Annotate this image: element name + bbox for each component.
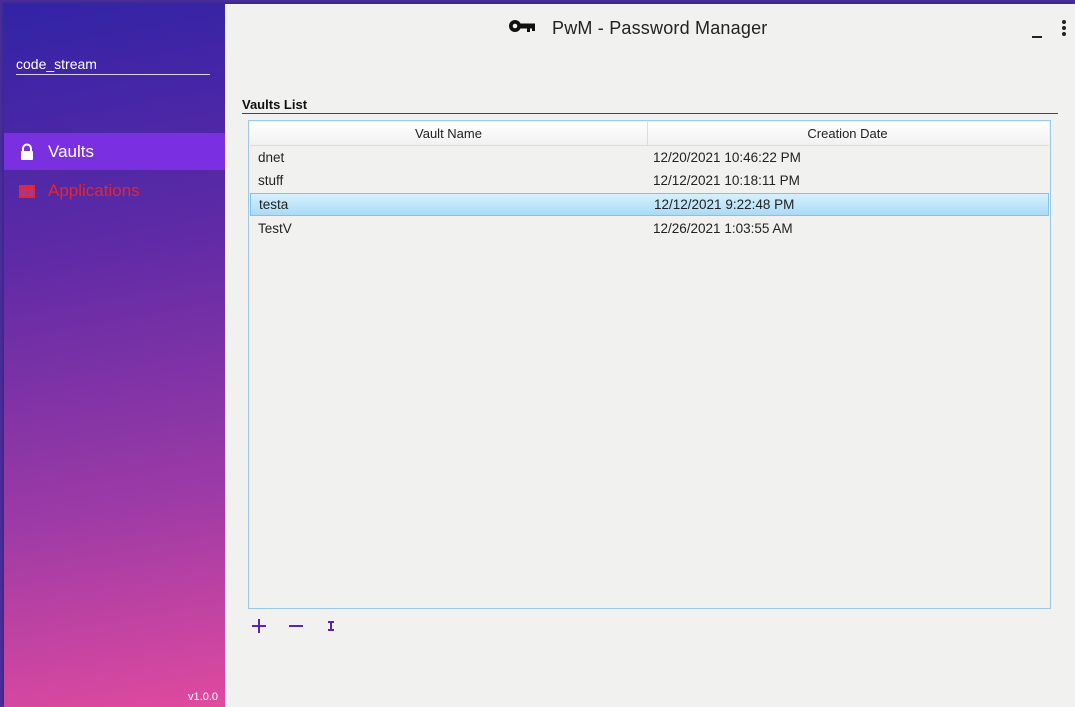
- edit-icon: [327, 619, 335, 638]
- dot-icon: [1062, 26, 1066, 30]
- vault-name-cell: testa: [259, 197, 289, 212]
- sidebar-item-label: Vaults: [48, 141, 94, 161]
- table-row[interactable]: stuff 12/12/2021 10:18:11 PM: [250, 169, 1049, 192]
- vaults-table[interactable]: Vault Name Creation Date dnet 12/20/2021…: [248, 120, 1051, 609]
- add-icon: [250, 617, 268, 640]
- creation-date-cell: 12/26/2021 1:03:55 AM: [653, 221, 793, 236]
- dot-icon: [1062, 32, 1066, 36]
- app-title: PwM - Password Manager: [552, 18, 768, 38]
- main-panel: PwM - Password Manager Vaults List Vault…: [225, 4, 1075, 707]
- column-header-creation-date[interactable]: Creation Date: [648, 122, 1047, 145]
- username-field[interactable]: code_stream: [16, 56, 210, 75]
- creation-date-cell: 12/12/2021 9:22:48 PM: [654, 197, 795, 212]
- sidebar-item-label: Applications: [48, 180, 140, 200]
- vault-name-cell: TestV: [258, 221, 292, 236]
- column-header-vault-name[interactable]: Vault Name: [250, 122, 648, 145]
- more-options-button[interactable]: [1059, 19, 1069, 41]
- title-group: PwM - Password Manager: [508, 18, 767, 39]
- sidebar: code_stream Vaults Applications v1.0.0: [4, 4, 225, 707]
- title-bar[interactable]: PwM - Password Manager: [225, 4, 1075, 56]
- creation-date-cell: 12/12/2021 10:18:11 PM: [653, 173, 800, 188]
- creation-date-cell: 12/20/2021 10:46:22 PM: [653, 150, 801, 165]
- dot-icon: [1062, 20, 1066, 24]
- remove-icon: [287, 617, 305, 640]
- section-divider: [242, 113, 1058, 114]
- section-title: Vaults List: [242, 97, 308, 112]
- lock-icon: [18, 143, 36, 161]
- key-icon: [508, 18, 536, 39]
- vault-name-cell: dnet: [258, 150, 285, 165]
- add-vault-button[interactable]: [249, 618, 269, 638]
- table-row-selected[interactable]: testa 12/12/2021 9:22:48 PM: [250, 193, 1049, 216]
- app-window-icon: [18, 182, 36, 200]
- table-row[interactable]: TestV 12/26/2021 1:03:55 AM: [250, 217, 1049, 240]
- sidebar-item-applications[interactable]: Applications: [4, 172, 225, 209]
- version-label: v1.0.0: [188, 691, 218, 703]
- sidebar-item-vaults[interactable]: Vaults: [4, 133, 225, 170]
- table-row[interactable]: dnet 12/20/2021 10:46:22 PM: [250, 146, 1049, 169]
- rename-vault-button[interactable]: [324, 618, 338, 638]
- table-header: Vault Name Creation Date: [250, 122, 1049, 146]
- minimize-button[interactable]: [1031, 20, 1045, 40]
- app-window: code_stream Vaults Applications v1.0.0 P…: [0, 0, 1075, 707]
- remove-vault-button[interactable]: [286, 618, 306, 638]
- vault-name-cell: stuff: [258, 173, 284, 188]
